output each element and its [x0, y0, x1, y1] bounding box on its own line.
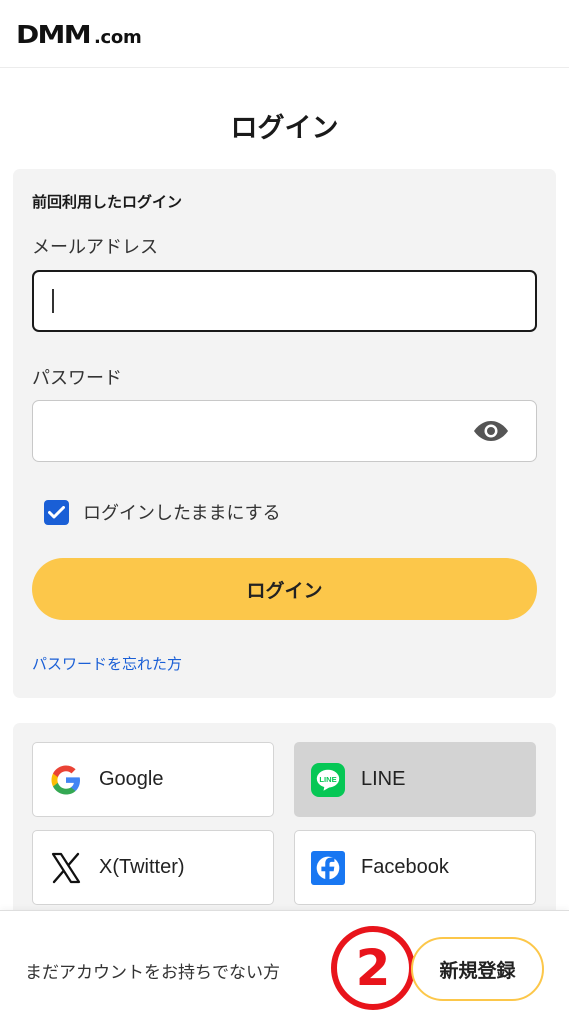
keep-logged-in-checkbox[interactable] — [44, 499, 69, 525]
step-number-marker: 2 — [331, 926, 415, 1010]
dmm-logo[interactable]: DMM .com — [16, 20, 142, 49]
x-twitter-icon — [49, 851, 83, 885]
no-account-text: まだアカウントをお持ちでない方 — [25, 963, 280, 983]
previous-login-label: 前回利用したログイン — [32, 193, 183, 211]
text-caret — [52, 289, 54, 313]
login-button[interactable]: ログイン — [32, 558, 537, 620]
x-twitter-login-button[interactable]: X(Twitter) — [32, 830, 274, 905]
eye-icon[interactable] — [472, 418, 510, 444]
x-twitter-label: X(Twitter) — [99, 856, 185, 878]
line-icon: LINE — [311, 762, 345, 797]
keep-logged-in-label[interactable]: ログインしたままにする — [83, 499, 281, 525]
password-label: パスワード — [32, 368, 122, 389]
signup-footer: まだアカウントをお持ちでない方 2 新規登録 — [0, 910, 569, 1024]
facebook-label: Facebook — [361, 856, 449, 878]
checkmark-icon — [48, 505, 65, 518]
logo-suffix-text: .com — [94, 27, 142, 48]
social-login-card: Google LINE LINE X(Twitter) Facebook — [13, 723, 556, 933]
app-header: DMM .com — [0, 0, 569, 68]
google-label: Google — [99, 768, 164, 790]
password-field[interactable] — [32, 400, 537, 462]
svg-text:LINE: LINE — [319, 774, 336, 783]
email-field[interactable] — [32, 270, 537, 332]
login-form-card: 前回利用したログイン メールアドレス パスワード ログインしたままにする ログイ… — [13, 169, 556, 698]
facebook-icon — [311, 850, 345, 885]
forgot-password-link[interactable]: パスワードを忘れた方 — [32, 653, 182, 674]
line-label: LINE — [361, 768, 406, 790]
email-label: メールアドレス — [32, 237, 158, 258]
page-title: ログイン — [230, 113, 339, 144]
google-icon — [49, 763, 83, 797]
line-login-button[interactable]: LINE LINE — [294, 742, 536, 817]
register-button[interactable]: 新規登録 — [411, 937, 544, 1001]
facebook-login-button[interactable]: Facebook — [294, 830, 536, 905]
google-login-button[interactable]: Google — [32, 742, 274, 817]
keep-logged-in-row[interactable]: ログインしたままにする — [44, 499, 281, 525]
logo-main-text: DMM — [16, 20, 92, 49]
